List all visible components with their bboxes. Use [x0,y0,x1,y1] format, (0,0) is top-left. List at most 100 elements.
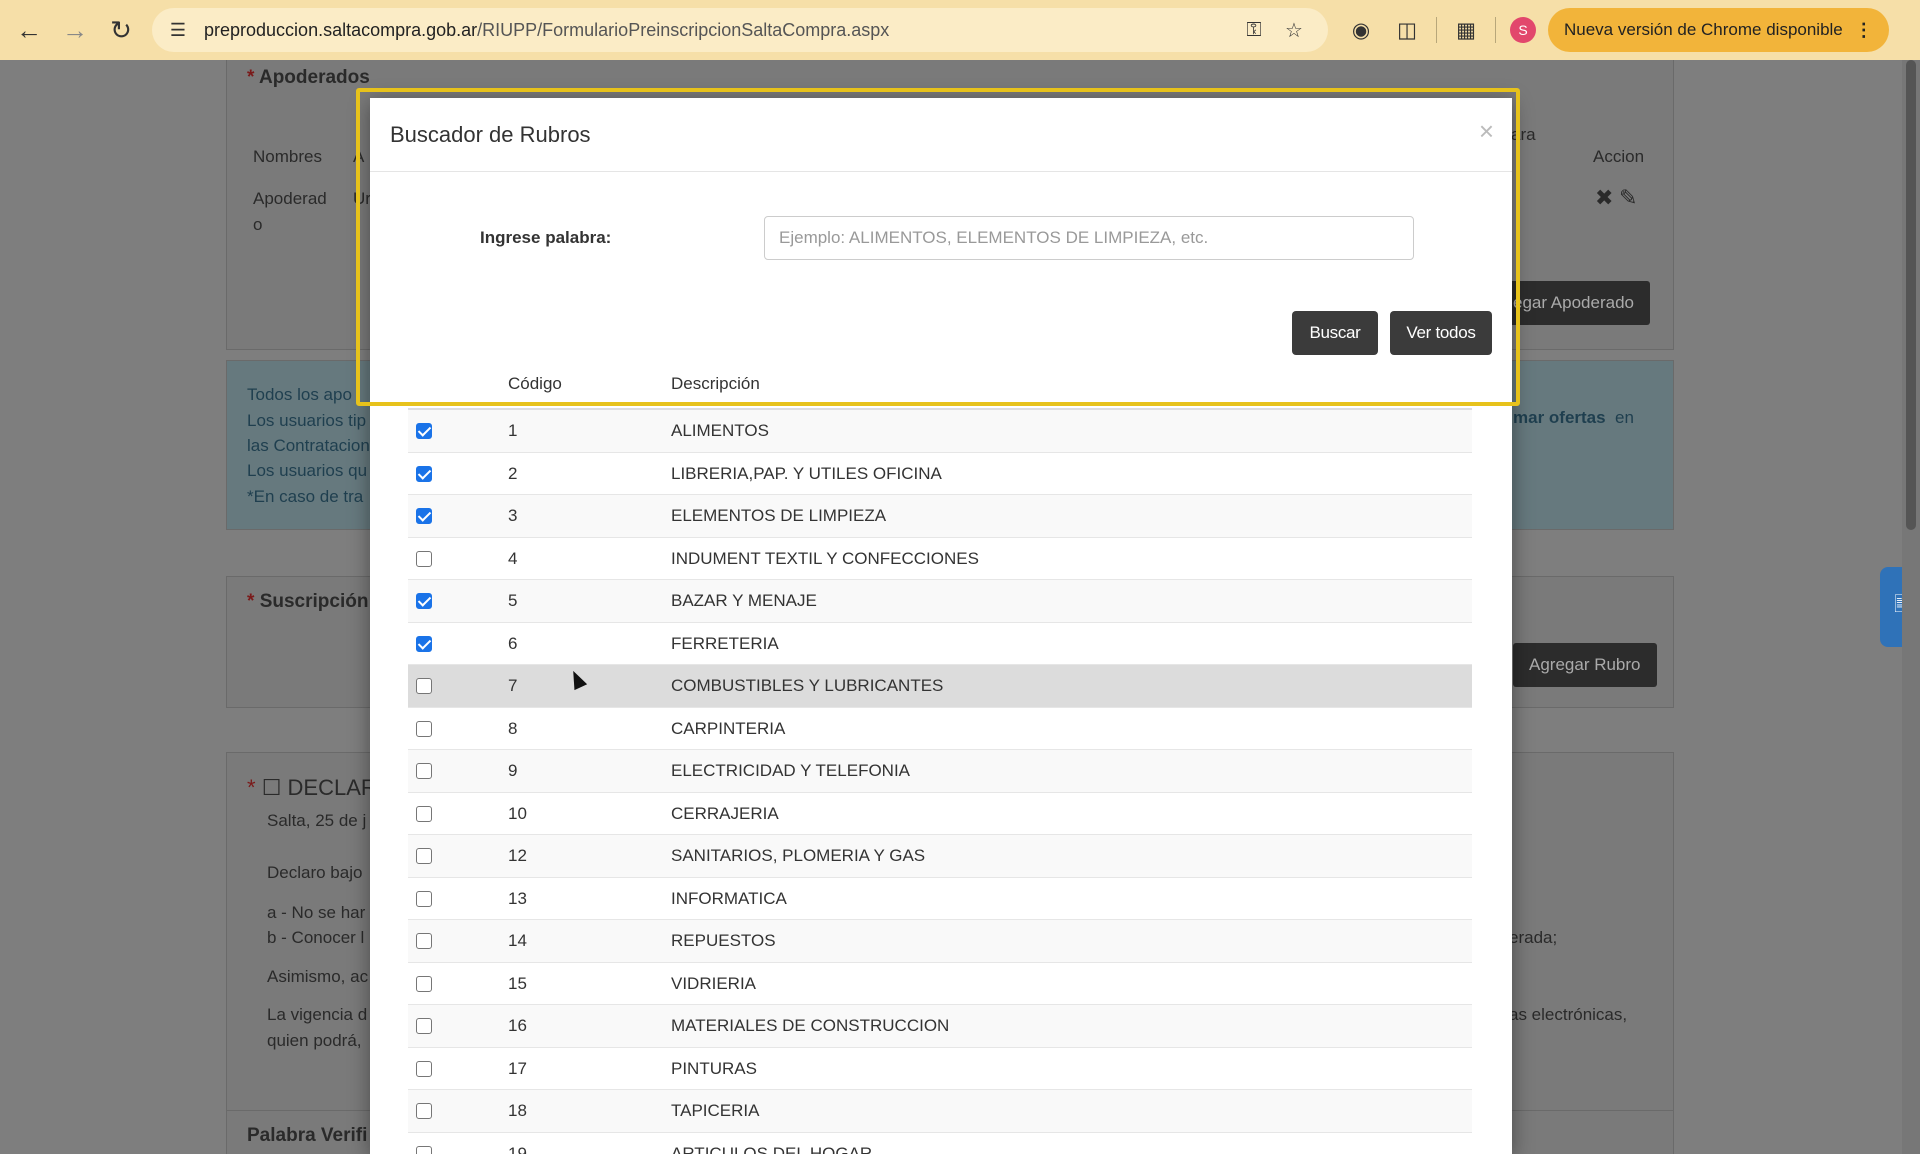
table-row[interactable]: 6 FERRETERIA [408,623,1472,665]
row-checkbox[interactable] [416,1145,432,1154]
table-row[interactable]: 16 MATERIALES DE CONSTRUCCION [408,1005,1472,1048]
table-row[interactable]: 2 LIBRERIA,PAP. Y UTILES OFICINA [408,453,1472,495]
reading-list-icon[interactable]: ▦ [1443,7,1489,53]
row-checkbox[interactable] [416,508,432,524]
col-descripcion: Descripción [671,374,760,393]
forward-icon[interactable]: → [52,7,98,53]
row-code: 18 [508,1101,527,1120]
reload-icon[interactable]: ↻ [98,7,144,53]
search-input[interactable] [764,216,1414,260]
table-row[interactable]: 10 CERRAJERIA [408,793,1472,835]
scrollbar-thumb[interactable] [1906,60,1916,530]
address-bar[interactable]: ☰ preproduccion.saltacompra.gob.ar/RIUPP… [152,8,1328,52]
row-description: VIDRIERIA [671,973,757,993]
col-accion: Accion [1593,147,1645,166]
declaro-line: Declaro bajo [267,863,363,882]
url-host: preproduccion.saltacompra.gob.ar [204,19,478,40]
table-row[interactable]: 14 REPUESTOS [408,920,1472,963]
agregar-rubro-button[interactable]: Agregar Rubro [1513,643,1657,687]
row-description: SANITARIOS, PLOMERIA Y GAS [671,846,926,865]
key-icon[interactable]: ⚿ [1234,19,1274,42]
row-checkbox[interactable] [416,890,432,907]
row-code: 1 [508,421,518,440]
url-text[interactable]: preproduccion.saltacompra.gob.ar/RIUPP/F… [204,20,889,41]
rubros-table: Código Descripción 1 ALIMENTOS 2 LIBRERIA,P… [408,358,1472,1154]
row-code: 12 [508,846,527,865]
table-body: 1 ALIMENTOS 2 LIBRERIA,PAP. Y UTILES OFICIN… [408,410,1472,1154]
row-checkbox[interactable] [416,1018,432,1034]
table-row[interactable]: 5 BAZAR Y MENAJE [408,580,1472,623]
row-checkbox[interactable] [416,423,432,439]
chrome-update-button[interactable]: Nueva versión de Chrome disponible ⋮ [1548,8,1889,52]
table-row[interactable]: 4 INDUMENT TEXTIL Y CONFECCIONES [408,538,1472,580]
row-checkbox[interactable] [416,465,432,482]
row-code: 3 [508,506,518,525]
b-right: erada; [1509,928,1558,947]
row-code: 4 [508,548,518,568]
b-line: b - Conocer l [267,928,365,947]
menu-dots-icon[interactable]: ⋮ [1855,20,1873,41]
table-row[interactable]: 1 ALIMENTOS [408,410,1472,453]
row-description: TAPICERIA [671,1101,760,1120]
row-code: 17 [508,1058,527,1078]
vigencia-right: as electrónicas, [1509,1005,1628,1024]
row-description: LIBRERIA,PAP. Y UTILES OFICINA [671,463,942,483]
row-code: 9 [508,761,518,780]
row-checkbox[interactable] [416,635,432,652]
agregar-apoderado-button[interactable]: egar Apoderado [1497,281,1650,325]
ver-todos-button[interactable]: Ver todos [1390,311,1492,355]
table-row[interactable]: 3 ELEMENTOS DE LIMPIEZA [408,495,1472,538]
delete-icon[interactable]: ✖ [1595,185,1613,211]
table-row[interactable]: 18 TAPICERIA [408,1090,1472,1133]
table-row[interactable]: 12 SANITARIOS, PLOMERIA Y GAS [408,835,1472,878]
row-description: ALIMENTOS [671,421,769,440]
rubros-modal: Buscador de Rubros × Ingrese palabra: Bu… [370,98,1512,1154]
table-row[interactable]: 8 CARPINTERIA [408,708,1472,750]
row-code: 19 [508,1143,527,1154]
row-checkbox[interactable] [416,720,432,737]
row-code: 16 [508,1016,527,1035]
row-checkbox[interactable] [416,848,432,864]
row-description: REPUESTOS [671,931,776,950]
page-scrollbar[interactable] [1902,60,1920,1154]
table-row[interactable]: 19 ARTICULOS DEL HOGAR [408,1133,1472,1154]
quien-line: quien podrá, [267,1031,362,1050]
row-code: 5 [508,591,518,610]
row-checkbox[interactable] [416,805,432,822]
table-row[interactable]: 7 COMBUSTIBLES Y LUBRICANTES [408,665,1472,708]
asimismo-line: Asimismo, ac [267,967,369,986]
table-row[interactable]: 15 VIDRIERIA [408,963,1472,1005]
row-checkbox[interactable] [416,933,432,949]
row-code: 14 [508,931,527,950]
row-description: COMBUSTIBLES Y LUBRICANTES [671,676,944,695]
row-code: 15 [508,973,527,993]
apoderado-name: Apoderad [253,189,327,208]
camera-icon[interactable]: ◉ [1338,7,1384,53]
row-code: 10 [508,803,527,823]
close-icon[interactable]: × [1479,116,1494,147]
row-description: CERRAJERIA [671,803,779,823]
info-line: Los usuarios tip [247,411,367,430]
table-header: Código Descripción [408,358,1472,410]
star-icon[interactable]: ☆ [1274,18,1314,43]
row-checkbox[interactable] [416,763,432,779]
table-row[interactable]: 17 PINTURAS [408,1048,1472,1090]
row-checkbox[interactable] [416,678,432,694]
row-checkbox[interactable] [416,975,432,992]
site-settings-icon[interactable]: ☰ [166,18,190,42]
info-right-bold: mar ofertas [1513,408,1606,427]
row-checkbox[interactable] [416,1060,432,1077]
table-row[interactable]: 9 ELECTRICIDAD Y TELEFONIA [408,750,1472,793]
modal-header: Buscador de Rubros × [370,98,1512,172]
col-ara: ara [1511,125,1536,144]
row-checkbox[interactable] [416,550,432,567]
buscar-button[interactable]: Buscar [1292,311,1378,355]
row-checkbox[interactable] [416,593,432,609]
row-checkbox[interactable] [416,1103,432,1119]
apoderado-ur: Ur [353,189,371,208]
back-icon[interactable]: ← [6,7,52,53]
table-row[interactable]: 13 INFORMATICA [408,878,1472,920]
extensions-icon[interactable]: ◫ [1384,7,1430,53]
profile-avatar[interactable]: S [1510,17,1536,43]
edit-icon[interactable]: ✎ [1619,185,1637,211]
